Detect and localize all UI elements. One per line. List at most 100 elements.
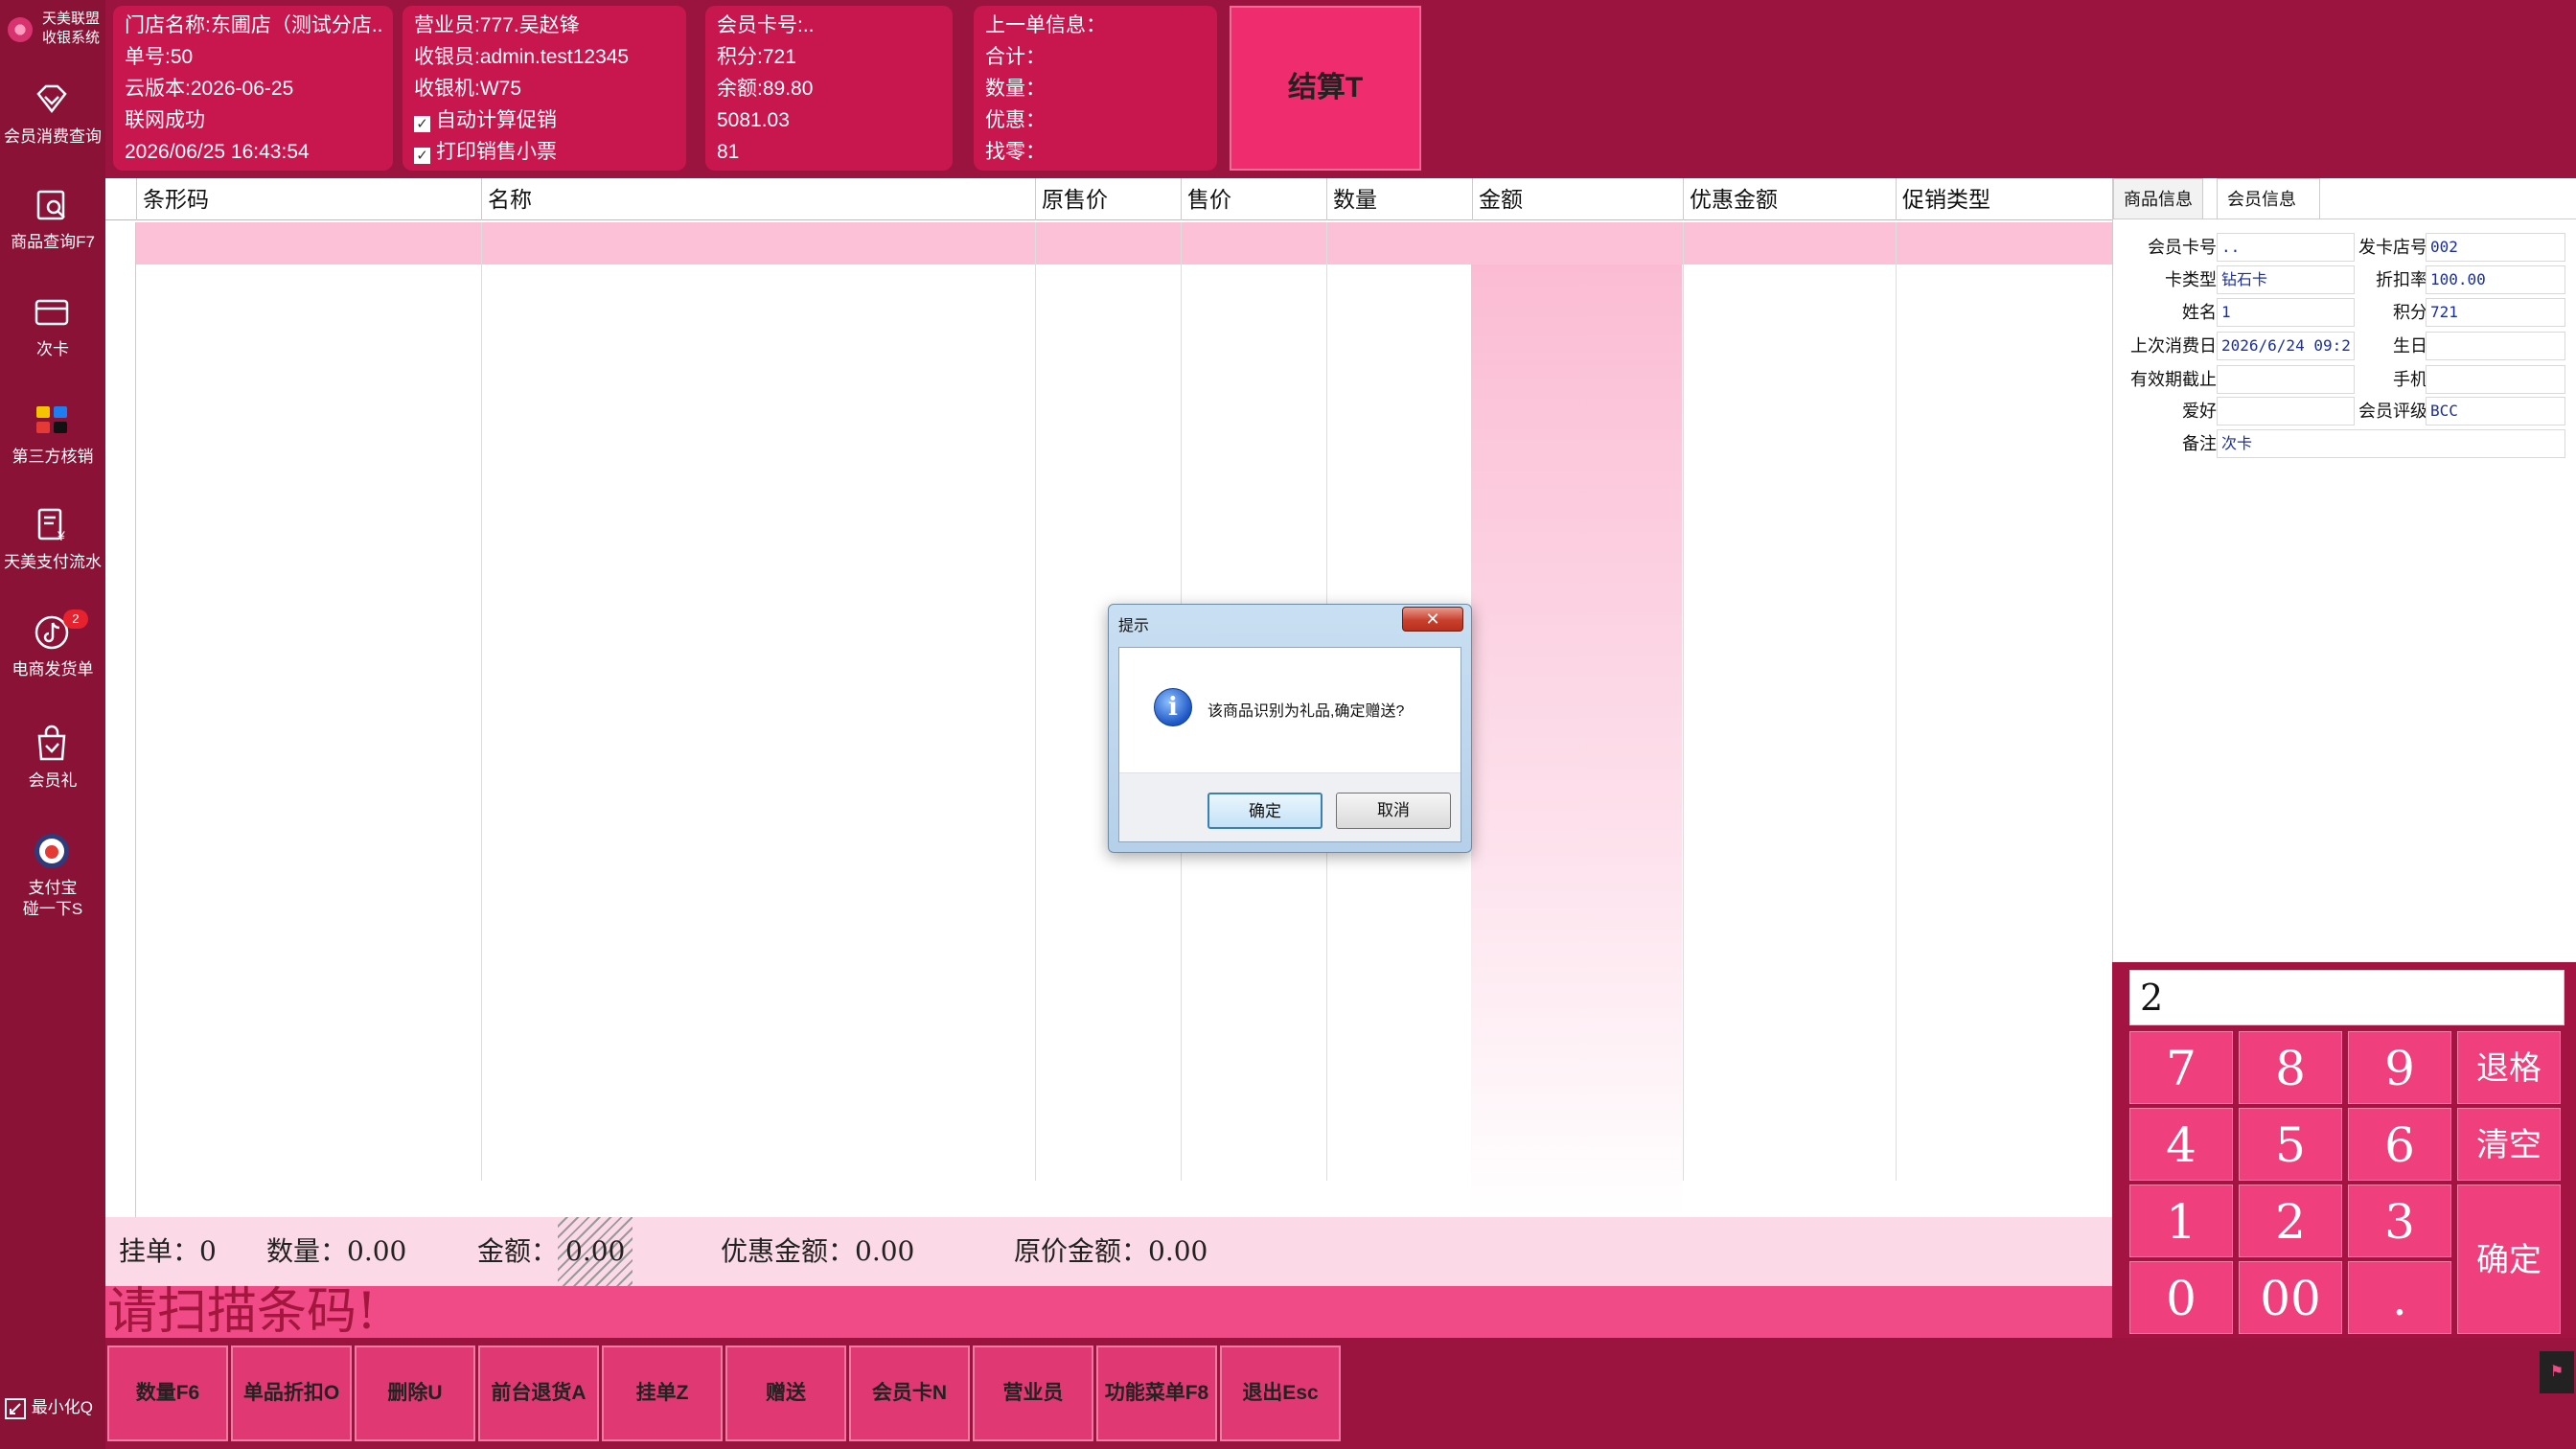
salesperson-button[interactable]: 营业员 bbox=[973, 1346, 1093, 1441]
key-3[interactable]: 3 bbox=[2348, 1184, 2451, 1257]
dialog-cancel-button[interactable]: 取消 bbox=[1336, 793, 1451, 829]
sidebar-item-product-query[interactable]: 商品查询F7 bbox=[0, 182, 105, 278]
col-amount[interactable]: 金额 bbox=[1472, 178, 1683, 220]
discount-rate-field[interactable]: 100.00 bbox=[2426, 265, 2565, 294]
backspace-key[interactable]: 退格 bbox=[2457, 1031, 2561, 1104]
last-visit-label: 上次消费日 bbox=[2130, 336, 2217, 356]
quantity-button[interactable]: 数量F6 bbox=[107, 1346, 228, 1441]
function-menu-button[interactable]: 功能菜单F8 bbox=[1096, 1346, 1217, 1441]
product-search-icon bbox=[36, 190, 65, 220]
store-name: 门店名称:东圃店（测试分店... bbox=[125, 14, 381, 36]
col-quantity[interactable]: 数量 bbox=[1326, 178, 1472, 220]
issue-store-field[interactable]: 002 bbox=[2426, 233, 2565, 262]
col-name[interactable]: 名称 bbox=[481, 178, 1045, 220]
exit-button[interactable]: 退出Esc bbox=[1220, 1346, 1341, 1441]
key-8[interactable]: 8 bbox=[2239, 1031, 2342, 1104]
dialog-close-button[interactable]: ✕ bbox=[1402, 607, 1463, 632]
birthday-field[interactable] bbox=[2426, 332, 2565, 360]
amount-column-highlight bbox=[1471, 264, 1682, 1217]
print-receipt-label: 打印销售小票 bbox=[436, 141, 557, 163]
info-icon: i bbox=[1154, 688, 1192, 726]
col-discount-amount[interactable]: 优惠金额 bbox=[1683, 178, 1896, 220]
summary-amount: 金额： 0.00 bbox=[477, 1217, 633, 1286]
gift-button[interactable]: 赠送 bbox=[725, 1346, 846, 1441]
last-order-change: 找零： bbox=[985, 141, 1046, 163]
col-barcode[interactable]: 条形码 bbox=[136, 178, 479, 220]
card-type-field[interactable]: 钻石卡 bbox=[2217, 265, 2355, 294]
sidebar-item-third-party[interactable]: 第三方核销 bbox=[0, 397, 105, 493]
member-name-label: 姓名 bbox=[2182, 303, 2217, 322]
sidebar-item-payment-records[interactable]: ¥ 天美支付流水 bbox=[0, 502, 105, 598]
svg-text:¥: ¥ bbox=[57, 528, 65, 543]
tab-member-info[interactable]: 会员信息 bbox=[2217, 178, 2320, 218]
print-receipt-checkbox[interactable]: ✓ 打印销售小票 bbox=[414, 136, 675, 168]
key-00[interactable]: 00 bbox=[2239, 1261, 2342, 1334]
sidebar: 天美联盟 收银系统 会员消费查询 商品查询F7 次卡 第三方核销 ¥ 天美支付流… bbox=[0, 0, 105, 1449]
settle-button[interactable]: 结算T bbox=[1230, 6, 1421, 171]
col-promo-type[interactable]: 促销类型 bbox=[1896, 178, 2112, 220]
sidebar-item-member-gift[interactable]: 会员礼 bbox=[0, 721, 105, 816]
member-card-button[interactable]: 会员卡N bbox=[849, 1346, 970, 1441]
sidebar-item-times-card[interactable]: 次卡 bbox=[0, 289, 105, 385]
register: 收银机:W75 bbox=[414, 78, 522, 100]
keypad-display[interactable]: 2 bbox=[2129, 970, 2564, 1025]
expiry-field[interactable] bbox=[2217, 365, 2355, 394]
app-logo: 天美联盟 收银系统 bbox=[4, 6, 104, 52]
auto-promo-checkbox[interactable]: ✓ 自动计算促销 bbox=[414, 104, 675, 136]
card-type-label: 卡类型 bbox=[2165, 270, 2217, 289]
sidebar-item-ecommerce-orders[interactable]: 2 电商发货单 bbox=[0, 610, 105, 705]
key-7[interactable]: 7 bbox=[2129, 1031, 2233, 1104]
order-number: 单号:50 bbox=[125, 46, 194, 68]
item-discount-button[interactable]: 单品折扣O bbox=[231, 1346, 352, 1441]
confirm-gift-dialog: 提示 ✕ i 该商品识别为礼品,确定赠送? 确定 取消 bbox=[1108, 604, 1472, 853]
dialog-title: 提示 bbox=[1118, 618, 1150, 634]
note-label: 备注 bbox=[2182, 434, 2217, 453]
table-header: 条形码 名称 原售价 售价 数量 金额 优惠金额 促销类型 bbox=[105, 178, 2112, 220]
member-points-field[interactable]: 721 bbox=[2426, 298, 2565, 327]
member-points: 积分:721 bbox=[717, 46, 796, 68]
sidebar-item-member-query[interactable]: 会员消费查询 bbox=[0, 77, 105, 172]
confirm-key[interactable]: 确定 bbox=[2457, 1184, 2561, 1334]
key-1[interactable]: 1 bbox=[2129, 1184, 2233, 1257]
return-button[interactable]: 前台退货A bbox=[478, 1346, 599, 1441]
staff-info-panel: 营业员:777.吴赵锋 收银员:admin.test12345 收银机:W75 … bbox=[402, 6, 686, 171]
minimize-button[interactable]: 最小化Q bbox=[4, 1393, 105, 1422]
checkbox-checked-icon: ✓ bbox=[414, 148, 430, 164]
delete-button[interactable]: 删除U bbox=[355, 1346, 475, 1441]
flag-icon[interactable]: ⚑ bbox=[2540, 1351, 2574, 1393]
table-row-selected[interactable] bbox=[136, 222, 2112, 264]
tab-product-info[interactable]: 商品信息 bbox=[2113, 178, 2203, 218]
hobby-field[interactable] bbox=[2217, 397, 2355, 426]
dialog-ok-button[interactable]: 确定 bbox=[1208, 793, 1322, 829]
key-dot[interactable]: . bbox=[2348, 1261, 2451, 1334]
member-level-field[interactable]: BCC bbox=[2426, 397, 2565, 426]
hold-order-button[interactable]: 挂单Z bbox=[602, 1346, 723, 1441]
summary-amount-value: 0.00 bbox=[558, 1217, 633, 1286]
info-panel: 商品信息 会员信息 会员卡号 .. 发卡店号 002 卡类型 钻石卡 折扣率 1… bbox=[2112, 178, 2576, 962]
note-field[interactable]: 次卡 bbox=[2217, 429, 2565, 458]
key-0[interactable]: 0 bbox=[2129, 1261, 2233, 1334]
salesperson: 营业员:777.吴赵锋 bbox=[414, 14, 580, 36]
col-original-price[interactable]: 原售价 bbox=[1035, 178, 1181, 220]
dialog-footer: 确定 取消 bbox=[1119, 772, 1460, 841]
key-4[interactable]: 4 bbox=[2129, 1108, 2233, 1181]
sidebar-item-alipay-tap[interactable]: 支付宝 碰一下S bbox=[0, 828, 105, 933]
minimize-icon bbox=[5, 1397, 26, 1419]
key-6[interactable]: 6 bbox=[2348, 1108, 2451, 1181]
member-card-no-field[interactable]: .. bbox=[2217, 233, 2355, 262]
col-price[interactable]: 售价 bbox=[1181, 178, 1326, 220]
key-5[interactable]: 5 bbox=[2239, 1108, 2342, 1181]
summary-quantity: 数量：0.00 bbox=[266, 1235, 407, 1267]
scan-hint: 请扫描条码! bbox=[107, 1283, 377, 1341]
clear-key[interactable]: 清空 bbox=[2457, 1108, 2561, 1181]
key-2[interactable]: 2 bbox=[2239, 1184, 2342, 1257]
barcode-scan-bar[interactable]: 请扫描条码! bbox=[105, 1286, 2112, 1338]
column-divider bbox=[1035, 222, 1036, 1181]
phone-field[interactable] bbox=[2426, 365, 2565, 394]
discount-rate-label: 折扣率 bbox=[2376, 270, 2427, 289]
cloud-version: 云版本:2026-06-25 bbox=[125, 78, 294, 100]
last-visit-field[interactable]: 2026/6/24 09:2 bbox=[2217, 332, 2355, 360]
member-name-field[interactable]: 1 bbox=[2217, 298, 2355, 327]
key-9[interactable]: 9 bbox=[2348, 1031, 2451, 1104]
sidebar-item-label-2: 碰一下S bbox=[22, 900, 83, 918]
